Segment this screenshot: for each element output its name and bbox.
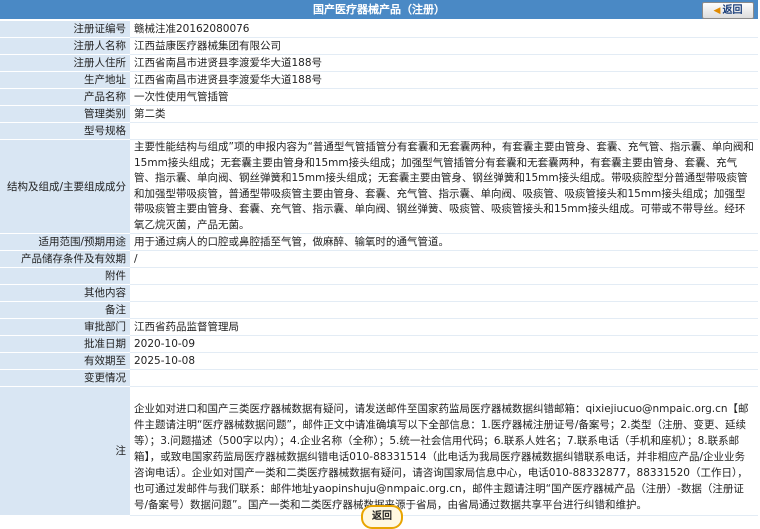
field-label: 其他内容 bbox=[0, 284, 130, 302]
field-label: 变更情况 bbox=[0, 369, 130, 387]
notice-text: 企业如对进口和国产三类医疗器械数据有疑问，请发送邮件至国家药监局医疗器械数据纠错… bbox=[130, 386, 758, 516]
field-value bbox=[130, 284, 758, 302]
field-label: 批准日期 bbox=[0, 335, 130, 353]
field-value: 主要性能结构与组成”项的申报内容为“普通型气管插管分有套囊和无套囊两种，有套囊主… bbox=[130, 139, 758, 234]
field-value: 江西省南昌市进贤县李渡爱华大道188号 bbox=[130, 54, 758, 72]
field-value bbox=[130, 369, 758, 387]
field-value: 赣械注准20162080076 bbox=[130, 21, 758, 38]
field-label: 备注 bbox=[0, 301, 130, 319]
field-label: 有效期至 bbox=[0, 352, 130, 370]
field-label: 管理类别 bbox=[0, 105, 130, 123]
table-row: 审批部门 江西省药品监督管理局 bbox=[0, 318, 758, 336]
table-row: 生产地址 江西省南昌市进贤县李渡爱华大道188号 bbox=[0, 71, 758, 89]
back-button-top[interactable]: ◀ 返回 bbox=[702, 2, 754, 19]
notice-label: 注 bbox=[0, 386, 130, 516]
table-row: 注册人名称 江西益康医疗器械集团有限公司 bbox=[0, 37, 758, 55]
field-label: 注册人名称 bbox=[0, 37, 130, 55]
table-row: 产品名称 一次性使用气管插管 bbox=[0, 88, 758, 106]
table-row: 有效期至 2025-10-08 bbox=[0, 352, 758, 370]
field-value: 江西省药品监督管理局 bbox=[130, 318, 758, 336]
notice-row: 注企业如对进口和国产三类医疗器械数据有疑问，请发送邮件至国家药监局医疗器械数据纠… bbox=[0, 386, 758, 516]
table-row: 备注 bbox=[0, 301, 758, 319]
field-label: 注册证编号 bbox=[0, 21, 130, 38]
table-row: 结构及组成/主要组成成分 主要性能结构与组成”项的申报内容为“普通型气管插管分有套… bbox=[0, 139, 758, 234]
table-row: 其他内容 bbox=[0, 284, 758, 302]
field-value bbox=[130, 267, 758, 285]
table-row: 管理类别 第二类 bbox=[0, 105, 758, 123]
field-label: 产品储存条件及有效期 bbox=[0, 250, 130, 268]
field-value bbox=[130, 301, 758, 319]
table-row: 附件 bbox=[0, 267, 758, 285]
back-button-label: 返回 bbox=[722, 5, 743, 16]
back-button-bottom-label: 返回 bbox=[372, 511, 392, 522]
back-arrow-icon: ◀ bbox=[713, 6, 721, 16]
page: 国产医疗器械产品（注册） ◀ 返回 注册证编号 赣械注准20162080076 注册人… bbox=[0, 0, 760, 529]
table-row: 型号规格 bbox=[0, 122, 758, 140]
field-value: 江西益康医疗器械集团有限公司 bbox=[130, 37, 758, 55]
field-label: 适用范围/预期用途 bbox=[0, 233, 130, 251]
table-row: 适用范围/预期用途 用于通过病人的口腔或鼻腔插至气管，做麻醉、输氧时的通气管道。 bbox=[0, 233, 758, 251]
field-value bbox=[130, 122, 758, 140]
table-row: 注册人住所 江西省南昌市进贤县李渡爱华大道188号 bbox=[0, 54, 758, 72]
field-label: 结构及组成/主要组成成分 bbox=[0, 139, 130, 234]
table-row: 注册证编号 赣械注准20162080076 bbox=[0, 21, 758, 38]
field-value: 2025-10-08 bbox=[130, 352, 758, 370]
field-value: 一次性使用气管插管 bbox=[130, 88, 758, 106]
field-value: 江西省南昌市进贤县李渡爱华大道188号 bbox=[130, 71, 758, 89]
table-row: 批准日期 2020-10-09 bbox=[0, 335, 758, 353]
field-value: / bbox=[130, 250, 758, 268]
field-label: 生产地址 bbox=[0, 71, 130, 89]
field-value: 2020-10-09 bbox=[130, 335, 758, 353]
page-header: 国产医疗器械产品（注册） ◀ 返回 bbox=[0, 0, 758, 19]
field-value: 第二类 bbox=[130, 105, 758, 123]
table-row: 产品储存条件及有效期 / bbox=[0, 250, 758, 268]
field-label: 审批部门 bbox=[0, 318, 130, 336]
field-label: 附件 bbox=[0, 267, 130, 285]
page-title: 国产医疗器械产品（注册） bbox=[313, 3, 445, 16]
detail-table: 注册证编号 赣械注准20162080076 注册人名称 江西益康医疗器械集团有限公司注… bbox=[0, 21, 758, 516]
field-label: 型号规格 bbox=[0, 122, 130, 140]
back-button-bottom[interactable]: 返回 bbox=[361, 505, 403, 529]
field-label: 注册人住所 bbox=[0, 54, 130, 72]
field-label: 产品名称 bbox=[0, 88, 130, 106]
table-row: 变更情况 bbox=[0, 369, 758, 387]
field-value: 用于通过病人的口腔或鼻腔插至气管，做麻醉、输氧时的通气管道。 bbox=[130, 233, 758, 251]
